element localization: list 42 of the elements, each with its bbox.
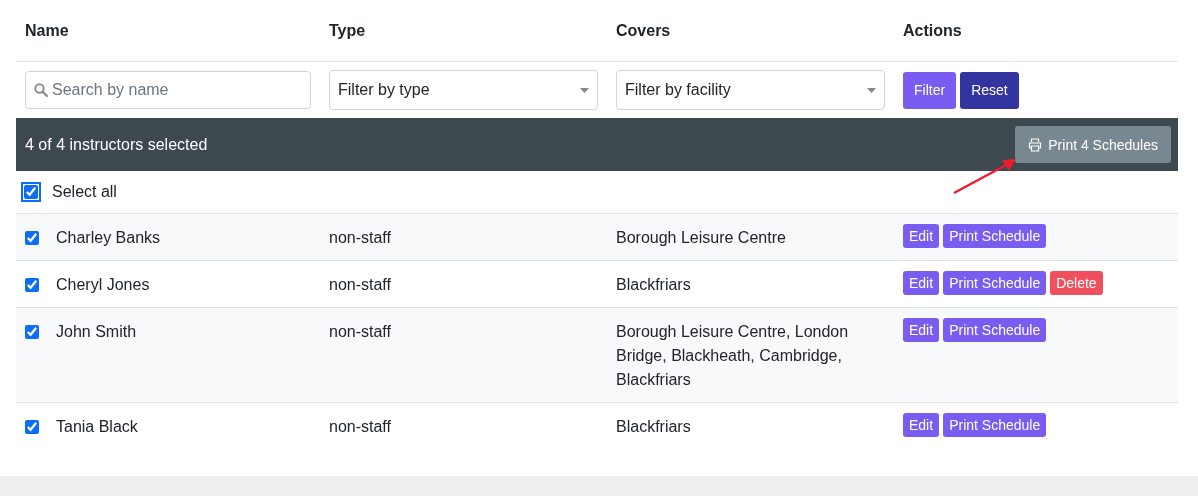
- row-checkbox[interactable]: [25, 325, 39, 339]
- printer-icon: [1028, 137, 1043, 152]
- facility-select[interactable]: Filter by facility: [616, 70, 885, 110]
- type-cell-text: non-staff: [328, 275, 392, 295]
- select-all-label: Select all: [52, 183, 117, 201]
- type-cell-text: non-staff: [328, 417, 392, 437]
- print-button[interactable]: Print Schedule: [943, 413, 1047, 437]
- edit-button[interactable]: Edit: [903, 271, 940, 295]
- search-field[interactable]: Search by name: [25, 71, 311, 109]
- edit-button[interactable]: Edit: [903, 224, 940, 248]
- covers-cell-text: Borough Leisure Centre: [615, 228, 787, 248]
- column-header: Type: [328, 21, 367, 40]
- select-all-checkbox[interactable]: [24, 185, 38, 199]
- edit-button[interactable]: Edit: [903, 413, 940, 437]
- print-button[interactable]: Print Schedule: [943, 271, 1047, 295]
- selection-count: 4 of 4 instructors selected: [25, 135, 208, 154]
- covers-cell-text: Borough Leisure Centre, London Bridge, Blackheath, Cambridge, Blackfriars: [615, 322, 850, 390]
- type-cell-text: non-staff: [328, 322, 392, 342]
- covers-cell-text: Blackfriars: [615, 275, 692, 295]
- caret-icon: [867, 87, 876, 93]
- caret-icon: [580, 87, 589, 93]
- arrow-annotation: [952, 157, 1018, 195]
- name-cell-text: John Smith: [56, 322, 137, 342]
- edit-button[interactable]: Edit: [903, 318, 940, 342]
- row-checkbox[interactable]: [25, 231, 39, 245]
- print-schedules-button[interactable]: Print 4 Schedules: [1015, 126, 1171, 163]
- print-button[interactable]: Print Schedule: [943, 318, 1047, 342]
- type-select[interactable]: Filter by type: [329, 70, 598, 110]
- type-cell-text: non-staff: [328, 228, 392, 248]
- column-header: Actions: [902, 21, 963, 40]
- covers-cell-text: Blackfriars: [615, 417, 692, 437]
- row-checkbox[interactable]: [25, 278, 39, 292]
- filter-button[interactable]: Filter: [903, 71, 957, 109]
- column-header: Covers: [615, 21, 672, 40]
- print-button[interactable]: Print Schedule: [943, 224, 1047, 248]
- row-checkbox[interactable]: [25, 420, 39, 434]
- name-cell-text: Tania Black: [56, 417, 138, 437]
- name-cell-text: Cheryl Jones: [56, 275, 150, 295]
- name-cell-text: Charley Banks: [56, 228, 161, 248]
- reset-button[interactable]: Reset: [960, 71, 1019, 109]
- delete-button[interactable]: Delete: [1050, 271, 1103, 295]
- column-header: Name: [24, 21, 70, 40]
